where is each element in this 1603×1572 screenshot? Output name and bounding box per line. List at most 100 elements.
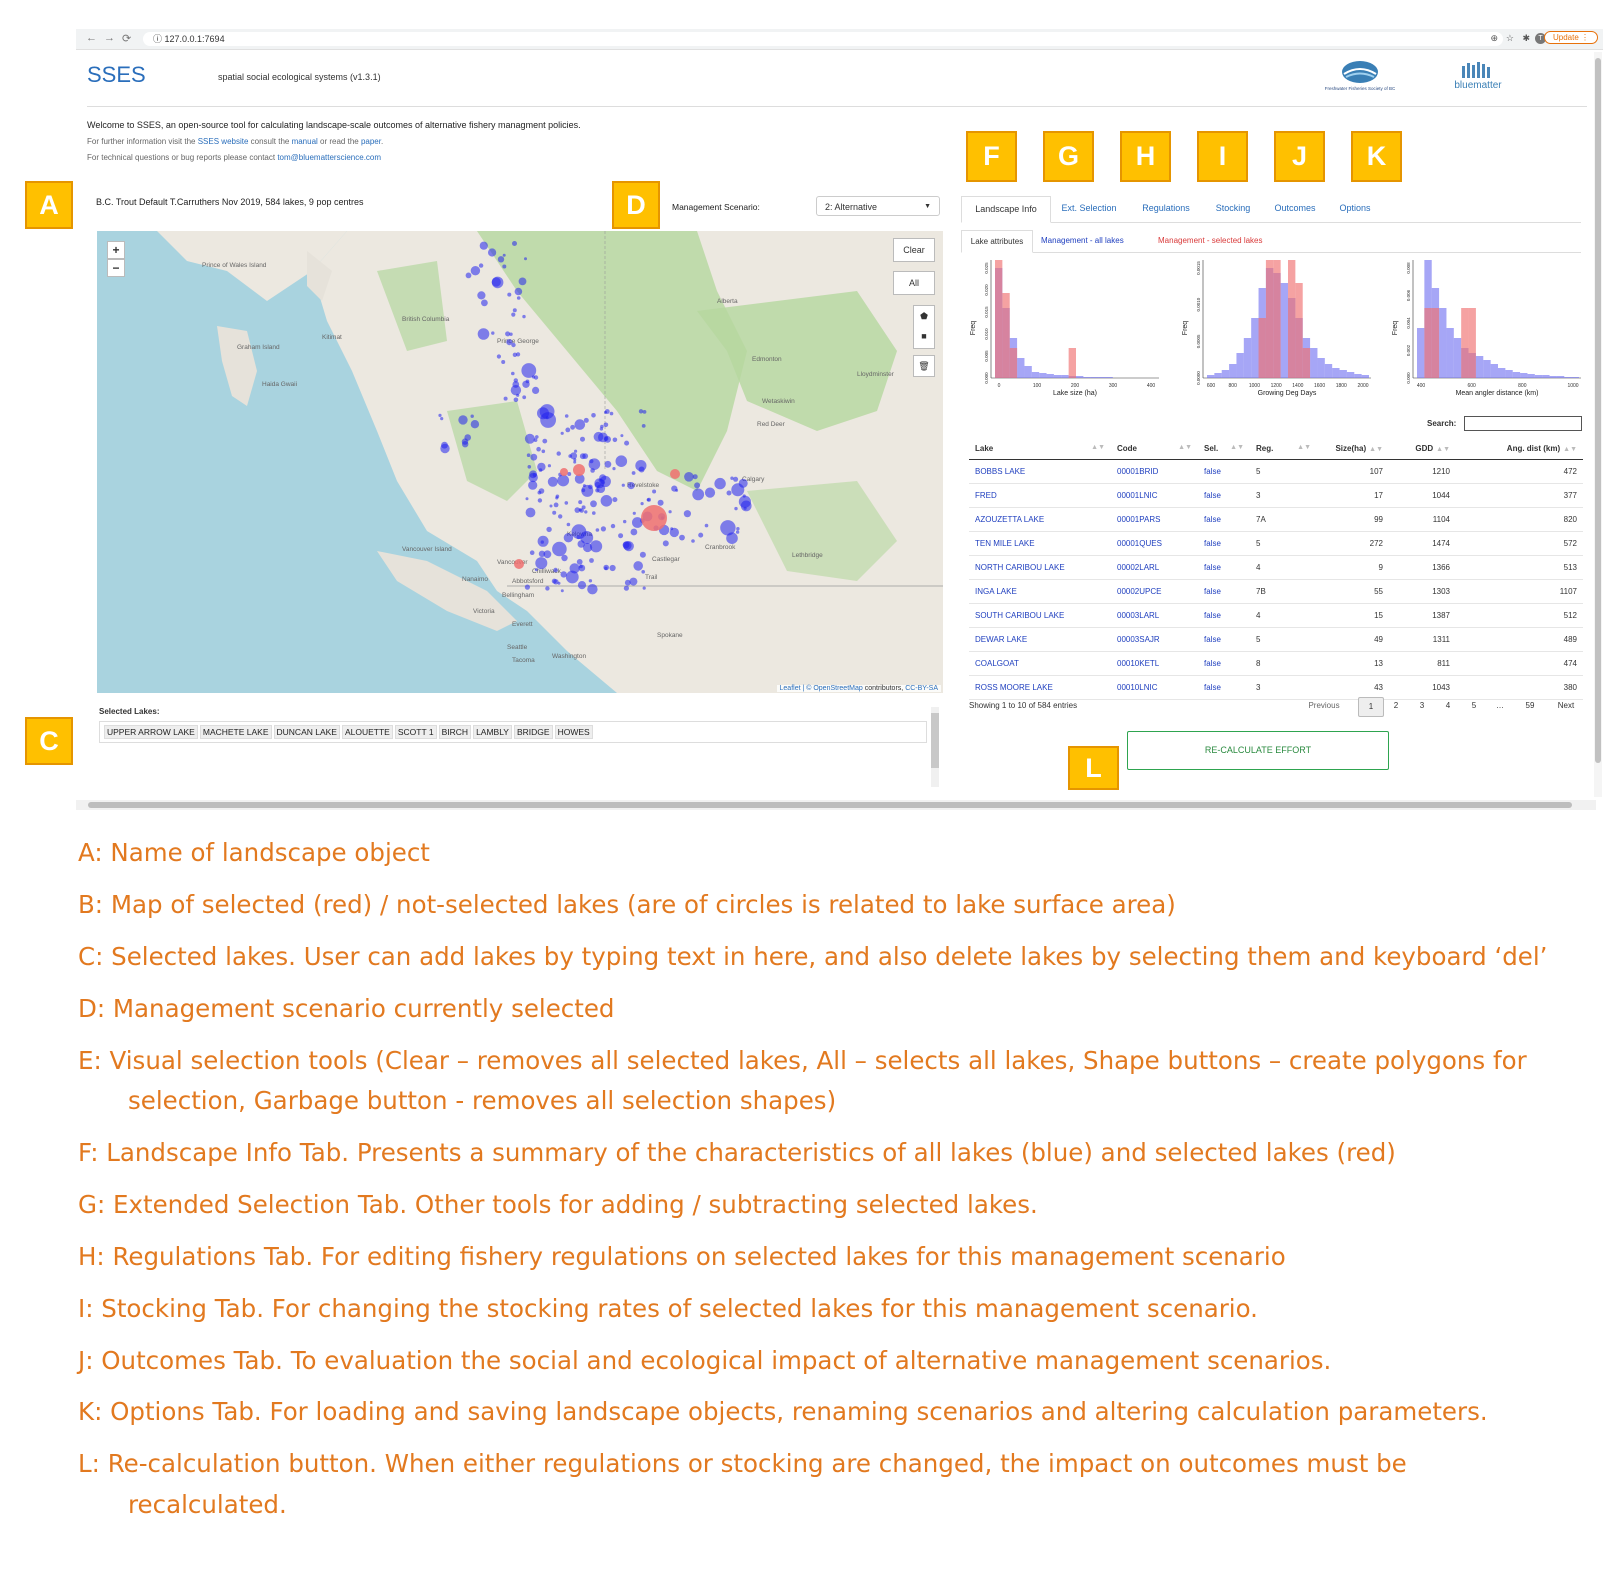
cell-code[interactable]: 00001LNIC xyxy=(1111,483,1198,508)
lake-marker[interactable] xyxy=(535,557,548,570)
cell-code[interactable]: 00003SAJR xyxy=(1111,627,1198,652)
lake-marker[interactable] xyxy=(514,287,523,296)
lake-marker[interactable] xyxy=(587,584,598,595)
table-row[interactable]: ROSS MOORE LAKE 00010LNIC false 3 43 1043 380 xyxy=(969,675,1583,700)
lake-marker[interactable] xyxy=(522,380,530,388)
lake-marker[interactable] xyxy=(581,488,586,493)
selected-lake-marker[interactable] xyxy=(560,468,568,476)
back-icon[interactable]: ← xyxy=(86,32,97,44)
lake-marker[interactable] xyxy=(580,436,585,442)
lake-marker[interactable] xyxy=(573,458,577,462)
table-row[interactable]: BOBBS LAKE 00001BRID false 5 107 1210 472 xyxy=(969,459,1583,484)
pagination-page-2[interactable]: 2 xyxy=(1386,697,1406,715)
lake-marker[interactable] xyxy=(477,291,486,300)
lake-marker[interactable] xyxy=(464,434,472,441)
extensions-icon[interactable]: ✱ xyxy=(1522,33,1530,44)
lake-marker[interactable] xyxy=(516,296,521,300)
zoom-out-button[interactable]: − xyxy=(107,259,125,277)
lake-marker[interactable] xyxy=(537,535,549,547)
lake-marker[interactable] xyxy=(610,523,616,529)
cell-code[interactable]: 00002LARL xyxy=(1111,555,1198,580)
tab-ext-selection[interactable]: Ext. Selection xyxy=(1049,196,1129,221)
cell-code[interactable]: 00001BRID xyxy=(1111,459,1198,484)
table-row[interactable]: AZOUZETTA LAKE 00001PARS false 7A 99 1104 820 xyxy=(969,507,1583,532)
lake-marker[interactable] xyxy=(574,449,578,453)
lake-marker[interactable] xyxy=(491,331,495,335)
tab-landscape-info[interactable]: Landscape Info xyxy=(961,196,1051,223)
page-scroll-thumb[interactable] xyxy=(1595,58,1601,763)
lake-marker[interactable] xyxy=(588,579,593,583)
lake-marker[interactable] xyxy=(638,409,644,414)
lake-marker[interactable] xyxy=(736,527,740,531)
lake-marker[interactable] xyxy=(534,568,538,572)
cell-code[interactable]: 00001PARS xyxy=(1111,507,1198,532)
selected-lake-marker[interactable] xyxy=(514,559,524,569)
lake-marker[interactable] xyxy=(518,277,527,286)
lake-marker[interactable] xyxy=(488,248,497,257)
lake-marker[interactable] xyxy=(612,437,618,443)
lake-marker[interactable] xyxy=(533,375,539,380)
lake-marker[interactable] xyxy=(641,424,646,428)
lake-marker[interactable] xyxy=(497,256,505,263)
lake-marker[interactable] xyxy=(603,422,609,428)
lake-marker[interactable] xyxy=(692,474,698,480)
lake-marker[interactable] xyxy=(632,511,636,515)
lake-marker[interactable] xyxy=(631,471,636,475)
lake-marker[interactable] xyxy=(513,397,519,403)
cell-lake[interactable]: NORTH CARIBOU LAKE xyxy=(969,555,1111,580)
lake-marker[interactable] xyxy=(683,510,692,518)
cell-code[interactable]: 00010KETL xyxy=(1111,651,1198,676)
lake-marker[interactable] xyxy=(547,464,551,468)
lake-marker[interactable] xyxy=(551,578,557,584)
lake-marker[interactable] xyxy=(642,410,647,414)
cell-lake[interactable]: COALGOAT xyxy=(969,651,1111,676)
lake-marker[interactable] xyxy=(579,453,586,460)
lake-marker[interactable] xyxy=(521,363,537,378)
selected-lake-chip[interactable]: BRIDGE xyxy=(513,725,553,739)
forward-icon[interactable]: → xyxy=(104,32,115,44)
lake-marker[interactable] xyxy=(584,510,588,514)
osm-link[interactable]: OpenStreetMap xyxy=(813,685,862,692)
table-row[interactable]: TEN MILE LAKE 00001QUES false 5 272 1474 572 xyxy=(969,531,1583,556)
lake-marker[interactable] xyxy=(556,451,561,456)
lake-marker[interactable] xyxy=(612,497,618,503)
cell-lake[interactable]: AZOUZETTA LAKE xyxy=(969,507,1111,532)
tab-options[interactable]: Options xyxy=(1327,196,1383,221)
lake-marker[interactable] xyxy=(578,508,582,512)
lake-marker[interactable] xyxy=(590,500,597,508)
lake-marker[interactable] xyxy=(525,497,529,501)
contact-email-link[interactable]: tom@bluematterscience.com xyxy=(277,153,381,162)
col-size[interactable]: Size(ha) ▲▼ xyxy=(1317,437,1389,460)
lake-marker[interactable] xyxy=(440,443,450,454)
lake-marker[interactable] xyxy=(543,550,552,559)
tab-outcomes[interactable]: Outcomes xyxy=(1263,196,1327,221)
lake-marker[interactable] xyxy=(470,420,480,429)
lake-marker[interactable] xyxy=(526,453,531,457)
paper-link[interactable]: paper xyxy=(361,137,381,146)
lake-marker[interactable] xyxy=(623,519,627,524)
lake-marker[interactable] xyxy=(565,427,571,433)
sses-website-link[interactable]: SSES website xyxy=(198,137,249,146)
cell-code[interactable]: 00003LARL xyxy=(1111,603,1198,628)
cell-code[interactable]: 00002UPCE xyxy=(1111,579,1198,604)
lake-marker[interactable] xyxy=(623,585,630,591)
lake-marker[interactable] xyxy=(549,504,553,508)
lake-marker[interactable] xyxy=(511,312,516,317)
lake-marker[interactable] xyxy=(604,566,608,570)
lake-marker[interactable] xyxy=(512,241,517,246)
col-ang-dist[interactable]: Ang. dist (km) ▲▼ xyxy=(1456,437,1583,460)
cell-code[interactable]: 00001QUES xyxy=(1111,531,1198,556)
lake-marker[interactable] xyxy=(576,535,581,540)
lake-marker[interactable] xyxy=(438,413,442,417)
lake-marker[interactable] xyxy=(692,488,705,501)
lake-marker[interactable] xyxy=(529,470,537,479)
tab-stocking[interactable]: Stocking xyxy=(1203,196,1263,221)
lake-marker[interactable] xyxy=(537,462,546,472)
selected-lake-marker[interactable] xyxy=(573,464,585,476)
lake-marker[interactable] xyxy=(598,432,608,443)
selected-lake-chip[interactable]: DUNCAN LAKE xyxy=(273,725,340,739)
selected-lake-chip[interactable]: SCOTT 1 xyxy=(394,725,437,739)
lake-marker[interactable] xyxy=(698,532,704,538)
col-lake[interactable]: Lake ▲▼ xyxy=(969,437,1111,460)
lake-marker[interactable] xyxy=(720,520,736,536)
